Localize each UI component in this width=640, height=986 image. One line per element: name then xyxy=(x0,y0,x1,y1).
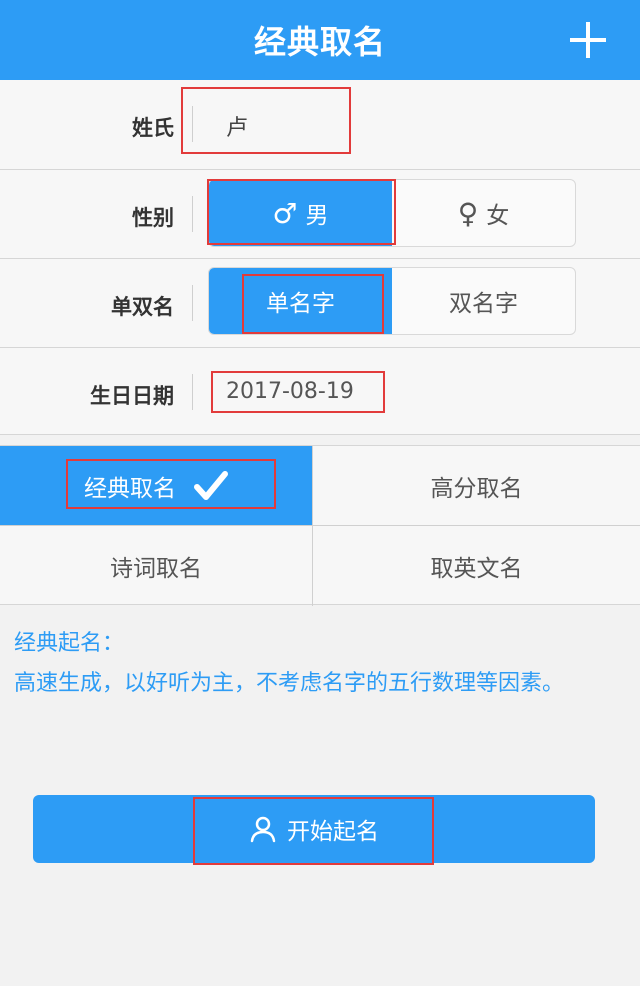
mode-classic[interactable]: 经典取名 xyxy=(0,446,313,526)
naming-mode-grid: 经典取名 高分取名 诗词取名 取英文名 xyxy=(0,445,640,606)
page-title: 经典取名 xyxy=(253,23,386,61)
surname-label: 姓氏 xyxy=(132,116,174,140)
mode-english[interactable]: 取英文名 xyxy=(313,526,640,606)
gender-selector: ♂ 男 ♀ 女 xyxy=(208,179,576,247)
name-length-selector: 单名字 双名字 xyxy=(208,267,576,335)
birthday-label: 生日日期 xyxy=(90,384,174,408)
female-icon: ♀ xyxy=(457,196,479,230)
gender-label: 性别 xyxy=(132,206,174,230)
gender-male-label: 男 xyxy=(305,203,329,229)
birthday-input[interactable]: 2017-08-19 xyxy=(226,379,354,404)
mode-high-score[interactable]: 高分取名 xyxy=(313,446,640,526)
plus-icon[interactable] xyxy=(568,20,608,60)
name-length-row: 单双名 单名字 双名字 xyxy=(0,259,640,348)
double-name-button[interactable]: 双名字 xyxy=(392,268,575,334)
mode-poetry[interactable]: 诗词取名 xyxy=(0,526,313,606)
gender-row: 性别 ♂ 男 ♀ 女 xyxy=(0,170,640,259)
gender-female-button[interactable]: ♀ 女 xyxy=(392,180,575,246)
description-body: 高速生成，以好听为主，不考虑名字的五行数理等因素。 xyxy=(14,671,565,696)
divider xyxy=(192,374,193,410)
male-icon: ♂ xyxy=(272,196,298,230)
surname-row: 姓氏 卢 xyxy=(0,80,640,170)
surname-input[interactable]: 卢 xyxy=(226,110,248,142)
app-header: 经典取名 xyxy=(0,0,640,80)
user-icon xyxy=(250,816,276,843)
divider xyxy=(192,285,193,321)
description-title: 经典起名： xyxy=(14,631,125,656)
single-name-button[interactable]: 单名字 xyxy=(209,268,392,334)
gender-male-button[interactable]: ♂ 男 xyxy=(209,180,392,246)
mode-classic-label: 经典取名 xyxy=(84,475,176,502)
start-naming-button[interactable]: 开始起名 xyxy=(33,795,595,863)
birthday-row: 生日日期 2017-08-19 xyxy=(0,348,640,435)
checkmark-icon xyxy=(194,470,228,500)
divider xyxy=(192,196,193,232)
divider xyxy=(192,106,193,142)
gender-female-label: 女 xyxy=(486,203,510,229)
mode-description: 经典起名： 高速生成，以好听为主，不考虑名字的五行数理等因素。 xyxy=(14,624,614,704)
name-length-label: 单双名 xyxy=(111,295,174,319)
start-naming-label: 开始起名 xyxy=(287,819,379,845)
